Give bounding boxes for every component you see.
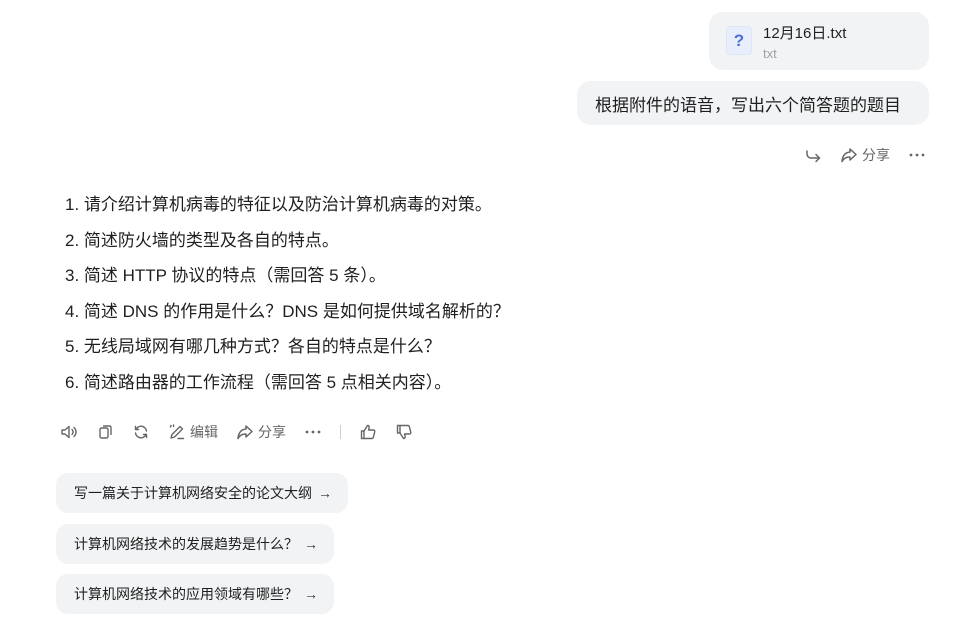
- arrow-right-icon: →: [304, 536, 318, 552]
- edit-icon: [168, 423, 186, 441]
- regenerate-icon[interactable]: [132, 423, 150, 441]
- answer-actions: 编辑 分享: [60, 420, 413, 444]
- file-unknown-icon: ?: [726, 26, 752, 55]
- user-message-bubble: 根据附件的语音，写出六个简答题的题目: [577, 81, 929, 125]
- suggestion-label: 计算机网络技术的发展趋势是什么？: [74, 536, 298, 552]
- answer-item: 3. 简述 HTTP 协议的特点（需回答 5 条）。: [65, 266, 386, 285]
- user-share-button[interactable]: 分享: [840, 145, 890, 165]
- suggestion-label: 写一篇关于计算机网络安全的论文大纲: [74, 485, 312, 501]
- answer-share-button[interactable]: 分享: [236, 422, 286, 442]
- suggestion-label: 计算机网络技术的应用领域有哪些？: [74, 586, 298, 602]
- answer-item: 4. 简述 DNS 的作用是什么？DNS 是如何提供域名解析的？: [65, 301, 510, 321]
- attachment-name: 12月16日.txt: [763, 25, 847, 42]
- answer-share-label: 分享: [258, 424, 286, 440]
- share-icon: [236, 423, 254, 441]
- arrow-right-icon: →: [304, 586, 318, 602]
- thumbs-down-icon[interactable]: [395, 423, 413, 441]
- arrow-right-icon: →: [318, 485, 332, 501]
- attachment-ext: txt: [763, 46, 777, 61]
- speaker-icon[interactable]: [60, 423, 78, 441]
- answer-item: 1. 请介绍计算机病毒的特征以及防治计算机病毒的对策。: [65, 195, 492, 214]
- suggestion-chip[interactable]: 计算机网络技术的应用领域有哪些？ →: [56, 574, 334, 614]
- edit-button[interactable]: 编辑: [168, 422, 218, 442]
- thumbs-up-icon[interactable]: [359, 423, 377, 441]
- share-icon: [840, 146, 858, 164]
- user-share-label: 分享: [862, 147, 890, 163]
- answer-list: 1. 请介绍计算机病毒的特征以及防治计算机病毒的对策。 2. 简述防火墙的类型及…: [65, 187, 510, 400]
- copy-icon[interactable]: [96, 423, 114, 441]
- actions-divider: [340, 425, 341, 439]
- redo-icon[interactable]: [804, 146, 822, 164]
- answer-item: 6. 简述路由器的工作流程（需回答 5 点相关内容）。: [65, 372, 452, 392]
- user-message-actions: 分享: [804, 143, 926, 167]
- attachment-card[interactable]: ? 12月16日.txt txt: [709, 12, 929, 70]
- suggestion-chip[interactable]: 写一篇关于计算机网络安全的论文大纲 →: [56, 473, 348, 513]
- more-icon[interactable]: [908, 146, 926, 164]
- edit-label: 编辑: [190, 424, 218, 440]
- suggestion-chip[interactable]: 计算机网络技术的发展趋势是什么？ →: [56, 524, 334, 564]
- answer-item: 2. 简述防火墙的类型及各自的特点。: [65, 230, 339, 250]
- answer-item: 5. 无线局域网有哪几种方式？各自的特点是什么？: [65, 337, 441, 356]
- more-icon[interactable]: [304, 423, 322, 441]
